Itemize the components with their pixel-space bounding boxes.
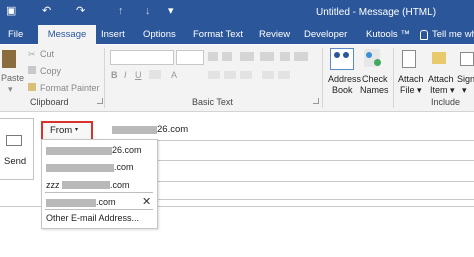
shrink-font-icon[interactable] <box>222 52 232 61</box>
attach-item-button-line2[interactable]: Item ▾ <box>430 85 455 96</box>
redo-icon[interactable]: ↷ <box>76 4 85 18</box>
checkmark-icon <box>374 59 381 66</box>
save-icon[interactable]: ▣ <box>6 4 16 18</box>
envelope-icon <box>6 135 22 146</box>
from-label: From <box>50 125 73 136</box>
group-divider <box>393 48 394 108</box>
basic-text-launcher-icon[interactable] <box>313 98 319 104</box>
signature-icon <box>460 52 474 66</box>
signature-dropdown-icon[interactable]: ▾ <box>462 85 467 96</box>
align-center-icon[interactable] <box>224 71 236 79</box>
clipboard-group-label: Clipboard <box>30 97 69 107</box>
underline-button[interactable]: U <box>135 70 142 80</box>
clear-formatting-icon[interactable] <box>280 52 290 61</box>
check-names-button-line2[interactable]: Names <box>360 85 389 96</box>
account-option-4[interactable]: .com <box>96 197 116 207</box>
italic-button[interactable]: I <box>124 70 127 80</box>
increase-indent-icon[interactable] <box>278 71 290 79</box>
align-left-icon[interactable] <box>208 71 220 79</box>
tab-tell-me[interactable]: Tell me wh <box>432 26 474 44</box>
tab-format-text[interactable]: Format Text <box>193 26 243 44</box>
format-painter-icon <box>28 83 36 91</box>
send-button[interactable] <box>0 118 34 180</box>
check-names-button[interactable]: Check <box>362 74 388 85</box>
menu-separator <box>45 209 153 210</box>
tab-developer[interactable]: Developer <box>304 26 347 44</box>
tab-file[interactable]: File <box>8 26 23 44</box>
account-redacted <box>46 147 112 155</box>
include-group-label: Include <box>431 97 461 107</box>
menu-separator <box>45 192 153 193</box>
cut-button[interactable]: Cut <box>40 49 54 59</box>
grow-font-icon[interactable] <box>208 52 218 61</box>
from-address-suffix: 26.com <box>157 124 189 135</box>
attach-file-button[interactable]: Attach <box>398 74 424 85</box>
tab-insert[interactable]: Insert <box>101 26 125 44</box>
attach-item-icon <box>432 52 446 64</box>
group-divider <box>322 48 323 108</box>
attach-file-icon <box>402 50 416 68</box>
format-painter-button[interactable]: Format Painter <box>40 83 100 93</box>
tab-options[interactable]: Options <box>143 26 176 44</box>
account-redacted <box>62 181 110 189</box>
basic-text-group-label: Basic Text <box>192 97 233 107</box>
next-item-icon[interactable]: ↓ <box>145 4 151 18</box>
tab-message[interactable]: Message <box>38 25 96 45</box>
address-book-button-line2[interactable]: Book <box>332 85 353 96</box>
paste-icon[interactable] <box>2 50 16 68</box>
from-address-redacted <box>112 126 157 134</box>
account-redacted <box>46 199 96 207</box>
signature-button[interactable]: Signa <box>457 74 474 85</box>
decrease-indent-icon[interactable] <box>262 71 274 79</box>
account-redacted <box>46 164 114 172</box>
contact-icon <box>343 52 349 58</box>
other-email-address-option[interactable]: Other E-mail Address... <box>46 213 139 223</box>
font-color-button[interactable]: A <box>171 70 177 80</box>
align-right-icon[interactable] <box>240 71 252 79</box>
group-divider <box>104 48 105 108</box>
undo-icon[interactable]: ↶ <box>42 4 51 18</box>
copy-icon <box>28 66 36 74</box>
numbering-icon[interactable] <box>260 52 274 61</box>
lightbulb-icon <box>420 30 428 40</box>
bullets-icon[interactable] <box>240 52 254 61</box>
clipboard-launcher-icon[interactable] <box>97 98 103 104</box>
scissors-icon: ✂ <box>28 49 36 59</box>
window-title: Untitled - Message (HTML) <box>316 7 437 18</box>
font-name-combo[interactable] <box>110 50 174 65</box>
paste-dropdown-icon[interactable]: ▾ <box>8 84 13 95</box>
styles-icon[interactable] <box>294 52 308 61</box>
close-icon[interactable]: ✕ <box>142 195 151 208</box>
bold-button[interactable]: B <box>111 70 118 80</box>
account-option-3[interactable]: .com <box>110 180 130 190</box>
chevron-down-icon: ▾ <box>75 127 79 133</box>
attach-file-button-line2[interactable]: File ▾ <box>400 85 422 96</box>
paste-button[interactable]: Paste <box>1 73 24 83</box>
send-label: Send <box>4 156 27 167</box>
attach-item-button[interactable]: Attach <box>428 74 454 85</box>
previous-item-icon[interactable]: ↑ <box>118 4 124 18</box>
font-size-combo[interactable] <box>176 50 204 65</box>
copy-button[interactable]: Copy <box>40 66 61 76</box>
address-book-icon <box>330 48 354 70</box>
address-book-button[interactable]: Address <box>328 74 361 85</box>
contact-icon <box>366 52 372 58</box>
customize-toolbar-icon[interactable]: ▾ <box>168 4 174 18</box>
tab-kutools[interactable]: Kutools ™ <box>366 26 410 44</box>
account-option-3-prefix[interactable]: zzz <box>46 180 60 190</box>
highlight-color-icon[interactable] <box>149 70 161 79</box>
contact-icon <box>334 52 340 58</box>
account-option-2[interactable]: .com <box>114 162 134 172</box>
account-option-1[interactable]: 26.com <box>112 145 142 155</box>
tab-review[interactable]: Review <box>259 26 290 44</box>
